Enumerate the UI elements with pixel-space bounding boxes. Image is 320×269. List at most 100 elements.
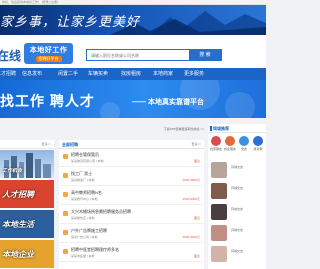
recommend-title: 同城推荐 [213, 126, 229, 131]
job-title[interactable]: 大兴木桶场所急需招聘服务员招聘 [71, 209, 131, 215]
thumb-caption: 工作机会 [2, 168, 23, 174]
profile-photo [211, 225, 227, 241]
job-title[interactable]: 高中教师招聘N名 [71, 190, 102, 196]
main-nav: 人才招聘 信息发布 闲置二手 车辆买卖 找房租房 本地商家 更多服务 [0, 68, 266, 80]
logo-badge-subtitle: 招聘好平台 [35, 56, 62, 62]
job-icon [63, 211, 68, 216]
job-salary: 3500-6000元 [182, 197, 200, 201]
header-accent-bar [210, 126, 212, 131]
search-input[interactable] [88, 51, 188, 60]
profile-card[interactable]: 同城交友 [208, 223, 266, 243]
profile-name: 同城交友 [231, 165, 244, 169]
profile-photo [211, 183, 227, 199]
job-icon [63, 173, 68, 178]
job-salary: 2500-3500元 [182, 178, 200, 182]
nav-item-more[interactable]: 更多服务 [184, 68, 204, 80]
recommend-panel: 同城推荐 找男朋友 找女朋友 交友 找对象 同城交友 同城交友 同城交友 同城交… [208, 124, 266, 269]
job-company: 某某教育中心 | 本地 [71, 197, 98, 201]
job-title[interactable]: 招聘中医堂招聘理疗师多名 [71, 247, 119, 253]
job-company: 某某物流有限公司 | 本地 [71, 159, 104, 163]
nav-item-merchants[interactable]: 本地商家 [153, 68, 173, 80]
left-more-link[interactable]: 更多>> [41, 142, 51, 146]
job-salary: 面议 [193, 254, 200, 258]
profile-card[interactable]: 同城交友 [208, 202, 266, 222]
left-panel-header: 更多>> [0, 140, 54, 149]
category-label: 找对象 [253, 147, 263, 151]
profile-card[interactable]: 同城交友 [208, 181, 266, 201]
category-label: 找女朋友 [223, 147, 236, 151]
profile-card[interactable]: 同城交友 [208, 244, 266, 264]
logo-badge-title: 本地好工作 [29, 47, 68, 54]
recommend-header: 同城推荐 [208, 124, 266, 133]
category-label: 交友 [240, 147, 247, 151]
category-girlfriend[interactable]: 找女朋友 [223, 136, 237, 151]
job-salary: 3000-5000元 [182, 235, 200, 239]
category-friends[interactable]: 交友 [237, 136, 251, 151]
user-icon [253, 136, 263, 146]
nav-item-housing[interactable]: 找房租房 [121, 68, 141, 80]
job-more-link[interactable]: 更多>> [191, 142, 201, 146]
hero-banner[interactable]: 找工作 聘人才 —— 本地真实靠谱平台 [0, 80, 266, 118]
job-company: 某某广告公司 | 本地 [71, 235, 98, 239]
nav-item-secondhand[interactable]: 闲置二手 [58, 68, 78, 80]
job-salary: 面议 [193, 216, 200, 220]
site-logo-badge[interactable]: 本地好工作 招聘好平台 [24, 43, 73, 64]
thumb-caption: 本地生活 [2, 220, 34, 229]
job-company: 某某中医堂 | 本地 [71, 254, 95, 258]
profile-photo [211, 204, 227, 220]
job-icon [63, 154, 68, 159]
profile-name: 同城交友 [231, 249, 244, 253]
job-title[interactable]: 户外广告牌施工招聘 [71, 228, 107, 234]
app-download-text[interactable]: 下载APP查看更多职位信息 >> [164, 127, 204, 131]
app-download-bar[interactable]: 下载APP查看更多职位信息 >> [59, 126, 204, 133]
thumb-card[interactable]: 工作机会 [0, 150, 54, 178]
banner-slogan: 家乡事，让家乡更美好 [0, 15, 141, 30]
profile-name: 同城交友 [231, 207, 244, 211]
thumb-card[interactable]: 本地企业 [0, 240, 54, 268]
thumb-card[interactable]: 人才招聘 [0, 180, 54, 208]
hero-bubble [100, 102, 120, 118]
profile-name: 同城交友 [231, 186, 244, 190]
hero-platform-text: —— 本地真实靠谱平台 [132, 99, 204, 106]
job-list-panel: 全部招聘 更多>> 招聘仓管保管员 某某物流有限公司 | 本地 面议 找工厂 男… [59, 140, 204, 269]
thumb-caption: 本地企业 [2, 250, 34, 259]
people-icon [239, 136, 249, 146]
profile-photo [211, 162, 227, 178]
thumb-card[interactable]: 本地生活 [0, 210, 54, 238]
left-panel: 更多>> 工作机会 人才招聘 本地生活 本地企业 [0, 140, 54, 269]
job-list-item[interactable]: 招聘中医堂招聘理疗师多名 某某中医堂 | 本地 面议 [59, 245, 204, 262]
nav-item-jobs[interactable]: 人才招聘 [0, 68, 16, 80]
header: 在线 本地好工作 招聘好平台 搜 索 [0, 35, 266, 68]
job-list-tabs: 全部招聘 更多>> [59, 140, 204, 149]
hero-title: 找工作 聘人才 [0, 93, 95, 109]
job-icon [63, 230, 68, 235]
hero-bubble [225, 92, 255, 118]
job-list-item[interactable]: 找工厂 男士 某某制造厂 | 本地 2500-3500元 [59, 169, 204, 186]
category-partner[interactable]: 找对象 [251, 136, 265, 151]
category-boyfriend[interactable]: 找男朋友 [209, 136, 223, 151]
search-button[interactable]: 搜 索 [189, 50, 221, 60]
job-salary: 面议 [193, 159, 200, 163]
profile-card[interactable]: 同城交友 [208, 160, 266, 180]
profile-name: 同城交友 [231, 228, 244, 232]
heart-icon [225, 136, 235, 146]
heart-icon [211, 136, 221, 146]
nav-item-post[interactable]: 信息发布 [22, 68, 42, 80]
search-box: 搜 索 [86, 49, 222, 61]
job-company: 某某餐饮店 | 本地 [71, 216, 95, 220]
thumb-caption: 人才招聘 [2, 190, 34, 199]
job-list-item[interactable]: 招聘仓管保管员 某某物流有限公司 | 本地 面议 [59, 150, 204, 167]
job-list-item[interactable]: 大兴木桶场所急需招聘服务员招聘 某某餐饮店 | 本地 面议 [59, 207, 204, 224]
nav-item-cars[interactable]: 车辆买卖 [88, 68, 108, 80]
job-list-item[interactable]: 户外广告牌施工招聘 某某广告公司 | 本地 3000-5000元 [59, 226, 204, 243]
job-icon [63, 192, 68, 197]
job-title[interactable]: 招聘仓管保管员 [71, 152, 99, 158]
category-label: 找男朋友 [209, 147, 222, 151]
job-company: 某某制造厂 | 本地 [71, 178, 95, 182]
tab-all-jobs[interactable]: 全部招聘 [62, 142, 78, 148]
job-title[interactable]: 找工厂 男士 [71, 171, 92, 177]
job-list-item[interactable]: 高中教师招聘N名 某某教育中心 | 本地 3500-6000元 [59, 188, 204, 205]
job-icon [63, 249, 68, 254]
profile-photo [211, 246, 227, 262]
site-logo-text[interactable]: 在线 [0, 47, 21, 64]
